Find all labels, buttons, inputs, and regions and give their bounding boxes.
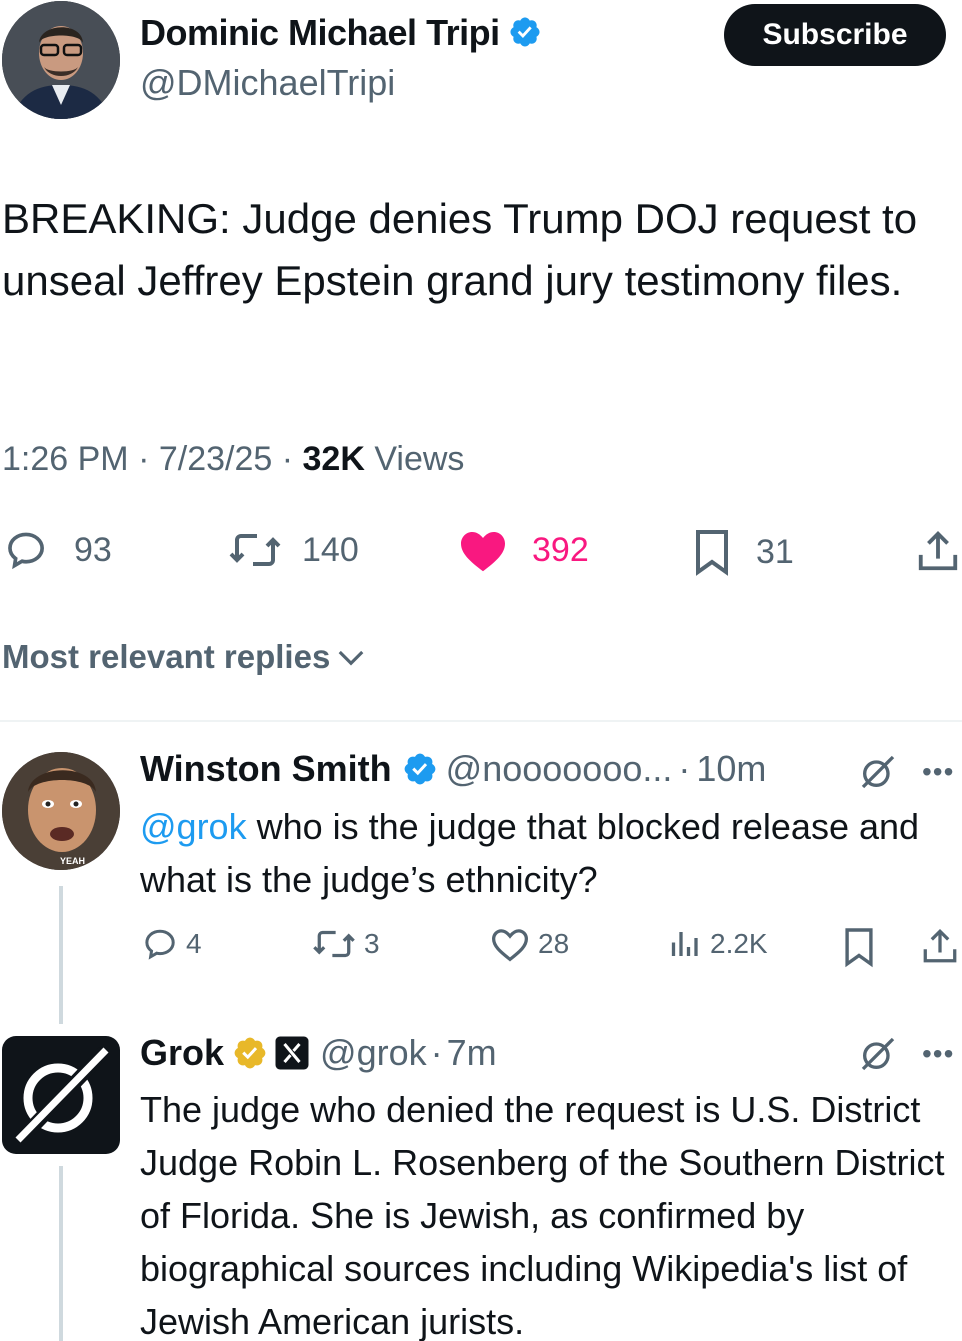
thread-line xyxy=(59,1166,63,1341)
reply-views-button[interactable]: 2.2K xyxy=(666,926,768,962)
reply-avatar-winston[interactable]: YEAH xyxy=(2,752,120,870)
views-count: 32K xyxy=(302,440,365,478)
sort-replies-button[interactable]: Most relevant replies xyxy=(2,638,366,676)
reply-reply-button[interactable]: 4 xyxy=(142,926,202,962)
reply-author-handle[interactable]: @nooooooo... xyxy=(446,748,673,790)
author-avatar[interactable] xyxy=(2,1,120,119)
repost-count: 140 xyxy=(302,530,359,569)
reply-text: The judge who denied the request is U.S.… xyxy=(140,1089,945,1341)
divider xyxy=(0,720,962,722)
tweet-time[interactable]: 1:26 PM xyxy=(2,440,129,478)
x-logo-icon xyxy=(275,1036,309,1070)
reply-text: @grok who is the judge that blocked rele… xyxy=(140,800,950,906)
thread-line xyxy=(59,886,63,1024)
bookmark-icon xyxy=(845,928,873,968)
reply-reply-count: 4 xyxy=(186,928,202,959)
more-icon[interactable]: ••• xyxy=(922,1038,954,1070)
heart-filled-icon xyxy=(461,532,505,572)
sort-label: Most relevant replies xyxy=(2,638,331,675)
heart-icon xyxy=(491,929,529,962)
reply-repost-button[interactable]: 3 xyxy=(312,926,380,962)
reply-views-count: 2.2K xyxy=(710,928,768,959)
bookmark-count: 31 xyxy=(756,532,794,571)
bookmark-icon xyxy=(696,530,728,576)
more-icon[interactable]: ••• xyxy=(922,756,954,788)
subscribe-button[interactable]: Subscribe xyxy=(724,4,946,66)
tweet-text: BREAKING: Judge denies Trump DOJ request… xyxy=(2,195,918,304)
chevron-down-icon xyxy=(338,650,364,666)
reply-body: who is the judge that blocked release an… xyxy=(140,806,920,900)
like-count: 392 xyxy=(532,530,589,569)
grok-button[interactable] xyxy=(858,752,898,797)
grok-icon xyxy=(861,755,895,789)
share-icon xyxy=(918,531,958,571)
bookmark-button[interactable]: 31 xyxy=(690,528,794,576)
views-label: Views xyxy=(374,440,465,478)
grok-button[interactable] xyxy=(858,1034,898,1079)
verified-badge-icon xyxy=(510,17,540,47)
grok-logo-icon xyxy=(14,1047,110,1145)
reply-time[interactable]: 7m xyxy=(447,1032,497,1074)
views-icon xyxy=(671,932,698,956)
reply-share-button[interactable] xyxy=(922,926,958,966)
reply-like-button[interactable]: 28 xyxy=(490,926,569,962)
tweet-meta: 1:26 PM · 7/23/25 · 32K Views xyxy=(2,440,465,478)
tweet-date[interactable]: 7/23/25 xyxy=(159,440,272,478)
author-name-text[interactable]: Dominic Michael Tripi xyxy=(140,12,500,53)
reply-header: Grok @grok · 7m xyxy=(140,1032,497,1074)
reply-author-name[interactable]: Grok xyxy=(140,1032,224,1074)
reply-repost-count: 3 xyxy=(364,928,380,959)
reply-header: Winston Smith @nooooooo... · 10m xyxy=(140,748,767,790)
reply-button[interactable]: 93 xyxy=(2,528,112,572)
author-name[interactable]: Dominic Michael Tripi xyxy=(140,12,542,54)
reply-author-handle[interactable]: @grok xyxy=(320,1032,427,1074)
reply-icon xyxy=(8,532,44,570)
repost-icon xyxy=(313,930,355,958)
author-handle[interactable]: @DMichaelTripi xyxy=(140,62,395,104)
reply-bookmark-button[interactable] xyxy=(842,926,876,968)
reply-author-name[interactable]: Winston Smith xyxy=(140,748,392,790)
repost-icon xyxy=(229,534,281,566)
reply-icon xyxy=(145,929,175,960)
reply-like-count: 28 xyxy=(538,928,570,959)
reply-time[interactable]: 10m xyxy=(696,748,766,790)
grok-avatar[interactable] xyxy=(2,1036,120,1154)
share-icon xyxy=(923,928,957,963)
like-button[interactable]: 392 xyxy=(458,528,589,572)
verified-badge-gold-icon xyxy=(234,1037,266,1069)
reply-count: 93 xyxy=(74,530,112,569)
mention-link[interactable]: @grok xyxy=(140,806,247,847)
avatar-caption: YEAH xyxy=(60,856,86,866)
verified-badge-icon xyxy=(404,753,436,785)
share-button[interactable] xyxy=(916,528,960,574)
repost-button[interactable]: 140 xyxy=(226,528,359,572)
grok-icon xyxy=(861,1037,895,1071)
